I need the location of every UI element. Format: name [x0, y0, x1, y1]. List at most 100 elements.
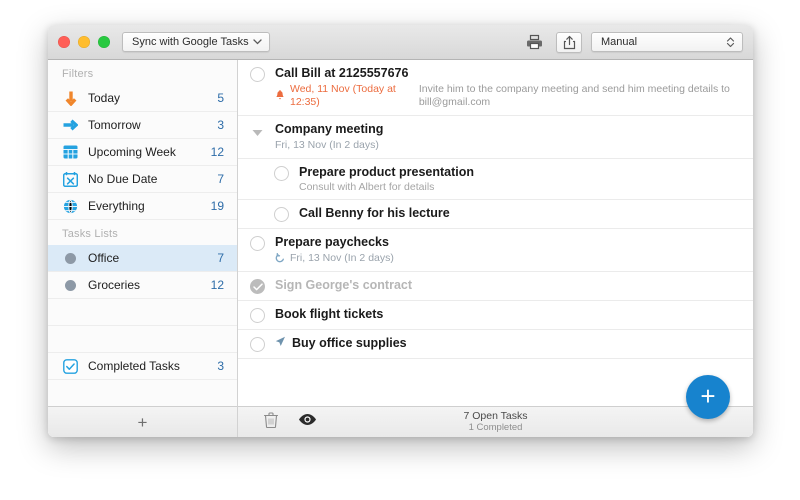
sidebar-item-label: Upcoming Week: [88, 145, 176, 159]
eye-icon[interactable]: [298, 413, 317, 431]
sidebar-empty-row: [48, 299, 237, 326]
task-title: Call Bill at 2125557676: [275, 66, 409, 80]
sidebar-item-count: 12: [210, 145, 224, 159]
traffic-lights: [58, 36, 110, 48]
check-icon: [252, 282, 263, 290]
task-due-date: Fri, 13 Nov (In 2 days): [275, 139, 379, 151]
task-row[interactable]: Book flight tickets: [238, 301, 753, 330]
title-bar: Sync with Google Tasks Manual: [48, 25, 753, 60]
sidebar-item-count: 12: [210, 278, 224, 292]
screen: Sync with Google Tasks Manual Filters To…: [0, 0, 800, 500]
task-title-wrap: Buy office supplies: [275, 336, 741, 351]
print-button[interactable]: [521, 32, 547, 53]
list-dot-icon: [62, 250, 79, 267]
chevron-down-icon: [253, 33, 262, 51]
sidebar-lists-header: Tasks Lists: [62, 228, 118, 240]
task-title: Prepare product presentation: [299, 165, 475, 179]
share-icon: [563, 35, 575, 49]
task-checkbox[interactable]: [274, 207, 289, 222]
location-arrow-icon: [275, 336, 286, 351]
main-panel: Call Bill at 2125557676 Wed, 11 Nov (Tod…: [238, 60, 753, 437]
sidebar-empty-row: [48, 326, 237, 353]
task-content: Prepare paychecks Fri, 13 Nov (In 2 days…: [275, 235, 741, 265]
sort-order-dropdown[interactable]: Manual: [591, 32, 743, 52]
calendar-x-icon: [62, 171, 79, 188]
sidebar-item-label: Everything: [88, 199, 145, 213]
task-row[interactable]: Call Bill at 2125557676 Wed, 11 Nov (Tod…: [238, 60, 753, 116]
sidebar-footer: +: [48, 406, 237, 437]
globe-icon: [62, 198, 79, 215]
task-row[interactable]: Prepare paychecks Fri, 13 Nov (In 2 days…: [238, 229, 753, 272]
sync-account-dropdown[interactable]: Sync with Google Tasks: [122, 32, 270, 52]
app-window: Sync with Google Tasks Manual Filters To…: [48, 25, 753, 437]
task-checkbox[interactable]: [250, 337, 265, 352]
sidebar-item-label: No Due Date: [88, 172, 158, 186]
sidebar-item-office[interactable]: Office 7: [48, 245, 237, 272]
zoom-window-button[interactable]: [98, 36, 110, 48]
task-content: Book flight tickets: [275, 307, 741, 322]
task-meta: Fri, 13 Nov (In 2 days): [275, 139, 741, 152]
task-due-date: Wed, 11 Nov (Today at 12:35): [290, 83, 396, 108]
bell-icon: [275, 89, 285, 103]
window-body: Filters Today 5 Tomorrow 3 Upcoming Week…: [48, 60, 753, 437]
sidebar-item-label: Tomorrow: [88, 118, 141, 132]
task-title: Call Benny for his lecture: [299, 206, 450, 220]
share-button[interactable]: [556, 31, 582, 53]
plus-icon[interactable]: +: [138, 414, 148, 431]
sort-order-value: Manual: [601, 36, 638, 48]
task-row[interactable]: Call Benny for his lecture: [238, 200, 753, 229]
sidebar-item-label: Groceries: [88, 278, 141, 292]
sidebar-item-count: 3: [217, 359, 224, 373]
task-title: Sign George's contract: [275, 278, 413, 292]
task-note: Consult with Albert for details: [299, 181, 435, 193]
printer-icon: [526, 34, 542, 50]
add-task-button[interactable]: +: [686, 375, 730, 419]
trash-icon[interactable]: [263, 411, 279, 433]
sidebar-item-label: Completed Tasks: [88, 359, 180, 373]
sidebar-filters-header: Filters: [62, 68, 94, 80]
task-meta: Fri, 13 Nov (In 2 days): [275, 252, 741, 265]
calendar-grid-icon: [62, 144, 79, 161]
task-list: Call Bill at 2125557676 Wed, 11 Nov (Tod…: [238, 60, 753, 406]
sidebar-item-no-due-date[interactable]: No Due Date 7: [48, 166, 237, 193]
sidebar-item-label: Office: [88, 251, 120, 265]
sidebar-item-today[interactable]: Today 5: [48, 85, 237, 112]
task-meta: Wed, 11 Nov (Today at 12:35) Invite him …: [275, 83, 741, 109]
task-content: Buy office supplies: [275, 336, 741, 351]
task-row[interactable]: Buy office supplies: [238, 330, 753, 359]
sidebar-item-completed-tasks[interactable]: Completed Tasks 3: [48, 353, 237, 380]
sidebar-item-count: 7: [217, 251, 224, 265]
titlebar-actions: Manual: [521, 25, 743, 59]
minimize-window-button[interactable]: [78, 36, 90, 48]
sidebar: Filters Today 5 Tomorrow 3 Upcoming Week…: [48, 60, 238, 437]
sync-account-value: Sync with Google Tasks: [132, 36, 249, 48]
task-row[interactable]: Company meeting Fri, 13 Nov (In 2 days): [238, 116, 753, 159]
task-checkbox[interactable]: [250, 67, 265, 82]
task-title: Book flight tickets: [275, 307, 384, 321]
list-dot-icon: [62, 277, 79, 294]
task-content: Call Bill at 2125557676 Wed, 11 Nov (Tod…: [275, 66, 741, 109]
sidebar-item-upcoming-week[interactable]: Upcoming Week 12: [48, 139, 237, 166]
task-checkbox[interactable]: [250, 279, 265, 294]
task-title: Buy office supplies: [292, 336, 407, 350]
sidebar-item-groceries[interactable]: Groceries 12: [48, 272, 237, 299]
sidebar-item-count: 5: [217, 91, 224, 105]
task-due-date: Fri, 13 Nov (In 2 days): [290, 252, 394, 264]
task-content: Prepare product presentation Consult wit…: [299, 165, 741, 193]
bottom-toolbar: 7 Open Tasks 1 Completed: [238, 406, 753, 437]
task-checkbox[interactable]: [250, 236, 265, 251]
task-checkbox[interactable]: [274, 166, 289, 181]
task-row[interactable]: Sign George's contract: [238, 272, 753, 301]
sidebar-item-tomorrow[interactable]: Tomorrow 3: [48, 112, 237, 139]
sidebar-scroll: Filters Today 5 Tomorrow 3 Upcoming Week…: [48, 60, 237, 406]
bottom-actions: [263, 411, 317, 433]
sidebar-item-label: Today: [88, 91, 121, 105]
sidebar-item-everything[interactable]: Everything 19: [48, 193, 237, 220]
sidebar-empty-row: [48, 380, 237, 406]
close-window-button[interactable]: [58, 36, 70, 48]
task-row[interactable]: Prepare product presentation Consult wit…: [238, 159, 753, 200]
disclosure-triangle-icon[interactable]: [250, 125, 265, 140]
chevron-updown-icon: [726, 33, 735, 51]
sidebar-item-count: 3: [217, 118, 224, 132]
task-checkbox[interactable]: [250, 308, 265, 323]
